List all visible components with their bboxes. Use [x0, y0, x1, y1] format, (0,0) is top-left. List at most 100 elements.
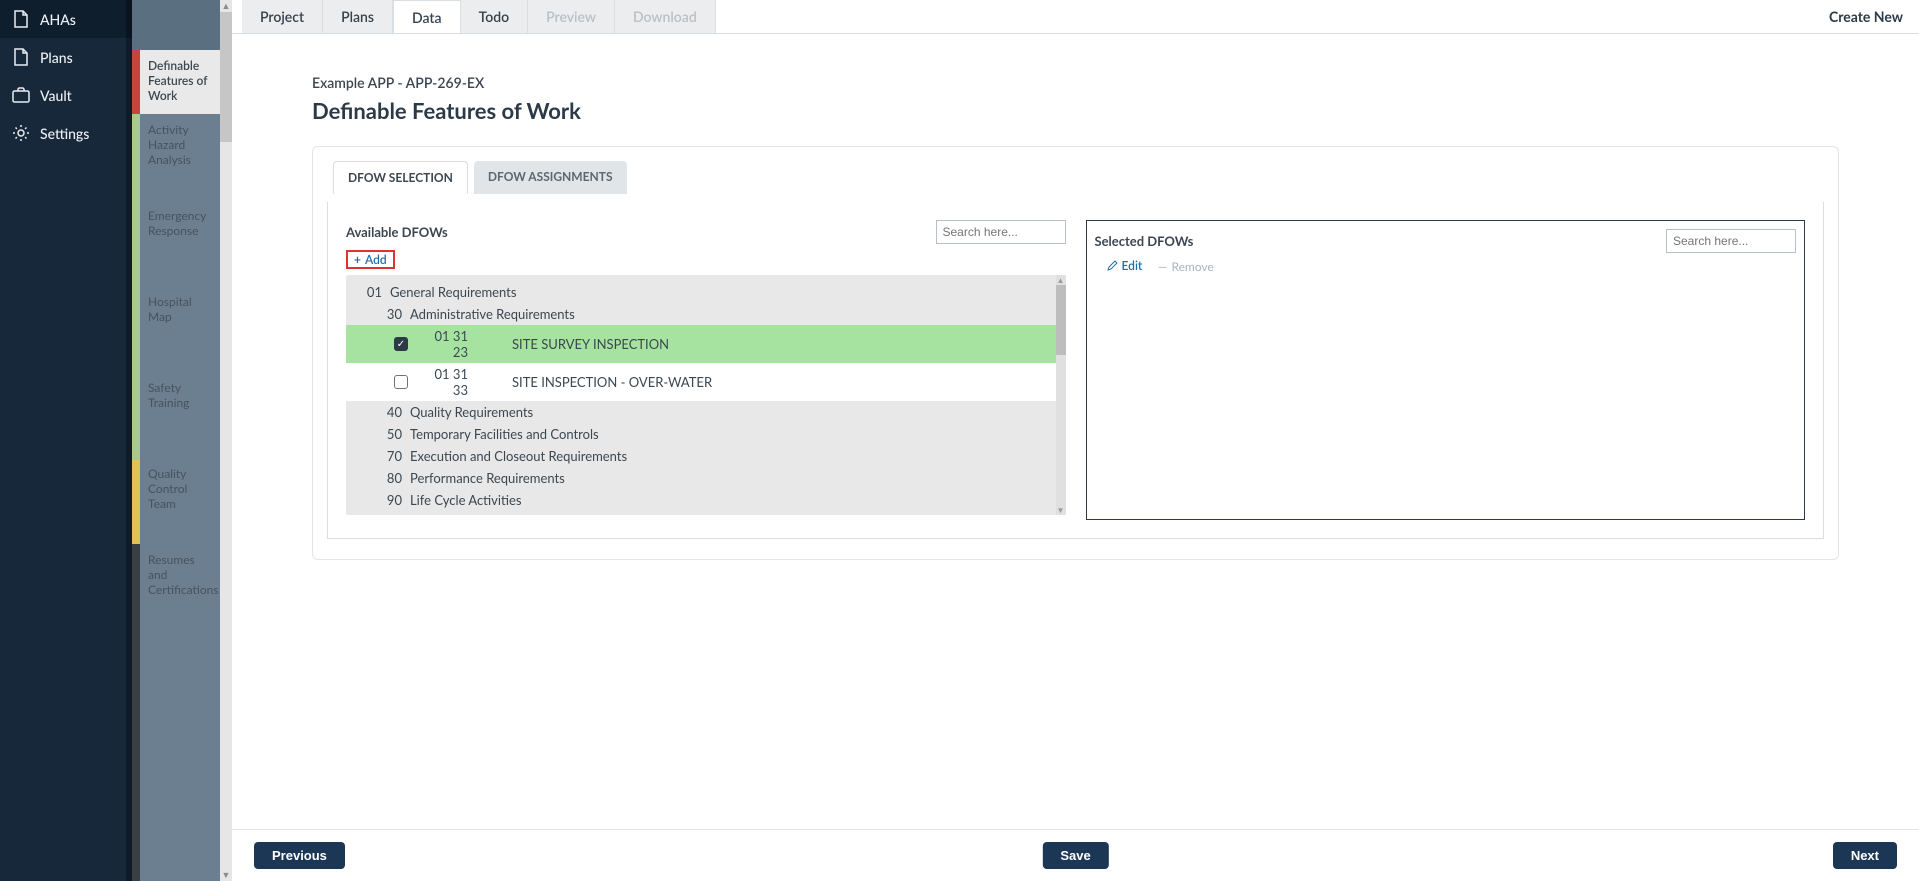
strip-color-bar [132, 0, 140, 881]
tree-label: SITE SURVEY INSPECTION [512, 336, 669, 352]
tree-label: Life Cycle Activities [410, 492, 522, 508]
tree-row[interactable]: ✓01 31 23SITE SURVEY INSPECTION [346, 325, 1066, 363]
gear-icon [12, 124, 30, 142]
subtab-assignments[interactable]: DFOW ASSIGNMENTS [474, 161, 627, 194]
tree-row[interactable]: 30Administrative Requirements [346, 303, 1066, 325]
tab-plans[interactable]: Plans [323, 0, 393, 33]
tree-row[interactable]: 90Life Cycle Activities [346, 489, 1066, 511]
tree-row[interactable]: 01 31 33SITE INSPECTION - OVER-WATER [346, 363, 1066, 401]
scroll-down-icon[interactable]: ▼ [1056, 505, 1066, 515]
tree-code: 70 [372, 448, 402, 464]
tab-label: Download [633, 8, 697, 25]
tab-label: Project [260, 8, 304, 25]
nav-label: Plans [40, 49, 73, 66]
checkbox-icon[interactable]: ✓ [394, 337, 408, 351]
tab-download: Download [615, 0, 716, 33]
tab-project[interactable]: Project [242, 0, 323, 33]
create-new-link[interactable]: Create New [1813, 8, 1919, 25]
nav-item-ahas[interactable]: AHAs [0, 0, 132, 38]
available-search-input[interactable] [936, 220, 1066, 244]
tree-label: Performance Requirements [410, 470, 565, 486]
tree-scrollbar[interactable]: ▲ ▼ [1056, 275, 1066, 515]
strip-item-dfow[interactable]: Definable Features of Work [140, 50, 220, 114]
tree-row[interactable]: 80 Performance Requirements [346, 467, 1066, 489]
tree-row[interactable]: 01General Requirements [346, 281, 1066, 303]
strip-list: Definable Features of Work Activity Haza… [140, 0, 220, 881]
page-title: Definable Features of Work [312, 97, 1839, 124]
dfow-columns: Available DFOWs + Add 01General Requirem… [327, 202, 1824, 539]
selected-box: Selected DFOWs Edit — [1086, 220, 1806, 520]
scroll-down-icon[interactable]: ▼ [220, 869, 232, 881]
subtabs: DFOW SELECTION DFOW ASSIGNMENTS [333, 161, 1824, 194]
tree-label: Administrative Requirements [410, 306, 575, 322]
scroll-up-icon[interactable]: ▲ [220, 0, 232, 12]
remove-button: — Remove [1158, 259, 1214, 274]
remove-label: Remove [1171, 259, 1213, 274]
add-label: Add [365, 252, 387, 267]
footer-bar: Previous Save Next [232, 829, 1919, 881]
save-button[interactable]: Save [1042, 842, 1108, 869]
nav-label: Vault [40, 87, 72, 104]
edit-button[interactable]: Edit [1107, 258, 1143, 273]
secondary-sidebar: Definable Features of Work Activity Haza… [132, 0, 232, 881]
next-button[interactable]: Next [1833, 842, 1897, 869]
primary-sidebar: AHAs Plans Vault Settings [0, 0, 132, 881]
strip-item-hospital[interactable]: Hospital Map [140, 286, 220, 372]
strip-item-resumes[interactable]: Resumes and Certifications [140, 544, 220, 630]
tree-row[interactable]: 40Quality Requirements [346, 401, 1066, 423]
tree-code: 40 [372, 404, 402, 420]
pencil-icon [1107, 260, 1118, 271]
available-tree: 01General Requirements30Administrative R… [346, 275, 1066, 515]
add-button[interactable]: + Add [346, 250, 395, 269]
nav-label: Settings [40, 125, 89, 142]
scroll-up-icon[interactable]: ▲ [1056, 275, 1066, 285]
nav-item-plans[interactable]: Plans [0, 38, 132, 76]
previous-button[interactable]: Previous [254, 842, 345, 869]
strip-scrollbar[interactable]: ▲ ▼ [220, 0, 232, 881]
tree-code: 80 [372, 470, 402, 486]
tab-label: Preview [546, 8, 596, 25]
nav-item-vault[interactable]: Vault [0, 76, 132, 114]
breadcrumb: Example APP - APP-269-EX [312, 74, 1839, 91]
tree-label: Execution and Closeout Requirements [410, 448, 627, 464]
available-title: Available DFOWs [346, 224, 448, 240]
top-tabbar: Project Plans Data Todo Preview Download… [232, 0, 1919, 34]
strip-item-label: Activity Hazard Analysis [148, 122, 212, 167]
strip-item-label: Quality Control Team [148, 466, 212, 511]
strip-item-safety[interactable]: Safety Training [140, 372, 220, 458]
selected-title: Selected DFOWs [1095, 233, 1194, 249]
tree-label: Existing Conditions [390, 514, 500, 515]
tree-label: General Requirements [390, 284, 516, 300]
strip-item-aha[interactable]: Activity Hazard Analysis [140, 114, 220, 200]
strip-item-label: Definable Features of Work [148, 58, 212, 103]
tree-label: Temporary Facilities and Controls [410, 426, 599, 442]
tab-data[interactable]: Data [393, 0, 461, 33]
tree-row[interactable]: 70 Execution and Closeout Requirements [346, 445, 1066, 467]
tree-code: 02 [352, 514, 382, 515]
tree-code: 50 [372, 426, 402, 442]
strip-item-qc[interactable]: Quality Control Team [140, 458, 220, 544]
main-area: Project Plans Data Todo Preview Download… [232, 0, 1919, 881]
available-column: Available DFOWs + Add 01General Requirem… [346, 220, 1066, 520]
selected-column: Selected DFOWs Edit — [1086, 220, 1806, 520]
selected-search-input[interactable] [1666, 229, 1796, 253]
tab-todo[interactable]: Todo [461, 0, 529, 33]
minus-icon: — [1158, 259, 1168, 274]
strip-top-accent [140, 0, 220, 50]
subtab-selection[interactable]: DFOW SELECTION [333, 161, 468, 194]
strip-item-label: Hospital Map [148, 294, 212, 324]
tree-row[interactable]: 50 Temporary Facilities and Controls [346, 423, 1066, 445]
scroll-thumb[interactable] [1056, 285, 1066, 355]
nav-label: AHAs [40, 11, 76, 28]
checkbox-icon[interactable] [394, 375, 408, 389]
scroll-thumb[interactable] [220, 12, 232, 142]
content-scroll: Example APP - APP-269-EX Definable Featu… [232, 34, 1919, 829]
strip-item-label: Safety Training [148, 380, 212, 410]
plus-icon: + [354, 252, 361, 267]
tree-row[interactable]: 02 Existing Conditions [346, 511, 1066, 515]
nav-item-settings[interactable]: Settings [0, 114, 132, 152]
tab-label: Data [412, 9, 442, 26]
file-icon [12, 10, 30, 28]
strip-item-emergency[interactable]: Emergency Response [140, 200, 220, 286]
tree-label: SITE INSPECTION - OVER-WATER [512, 374, 712, 390]
